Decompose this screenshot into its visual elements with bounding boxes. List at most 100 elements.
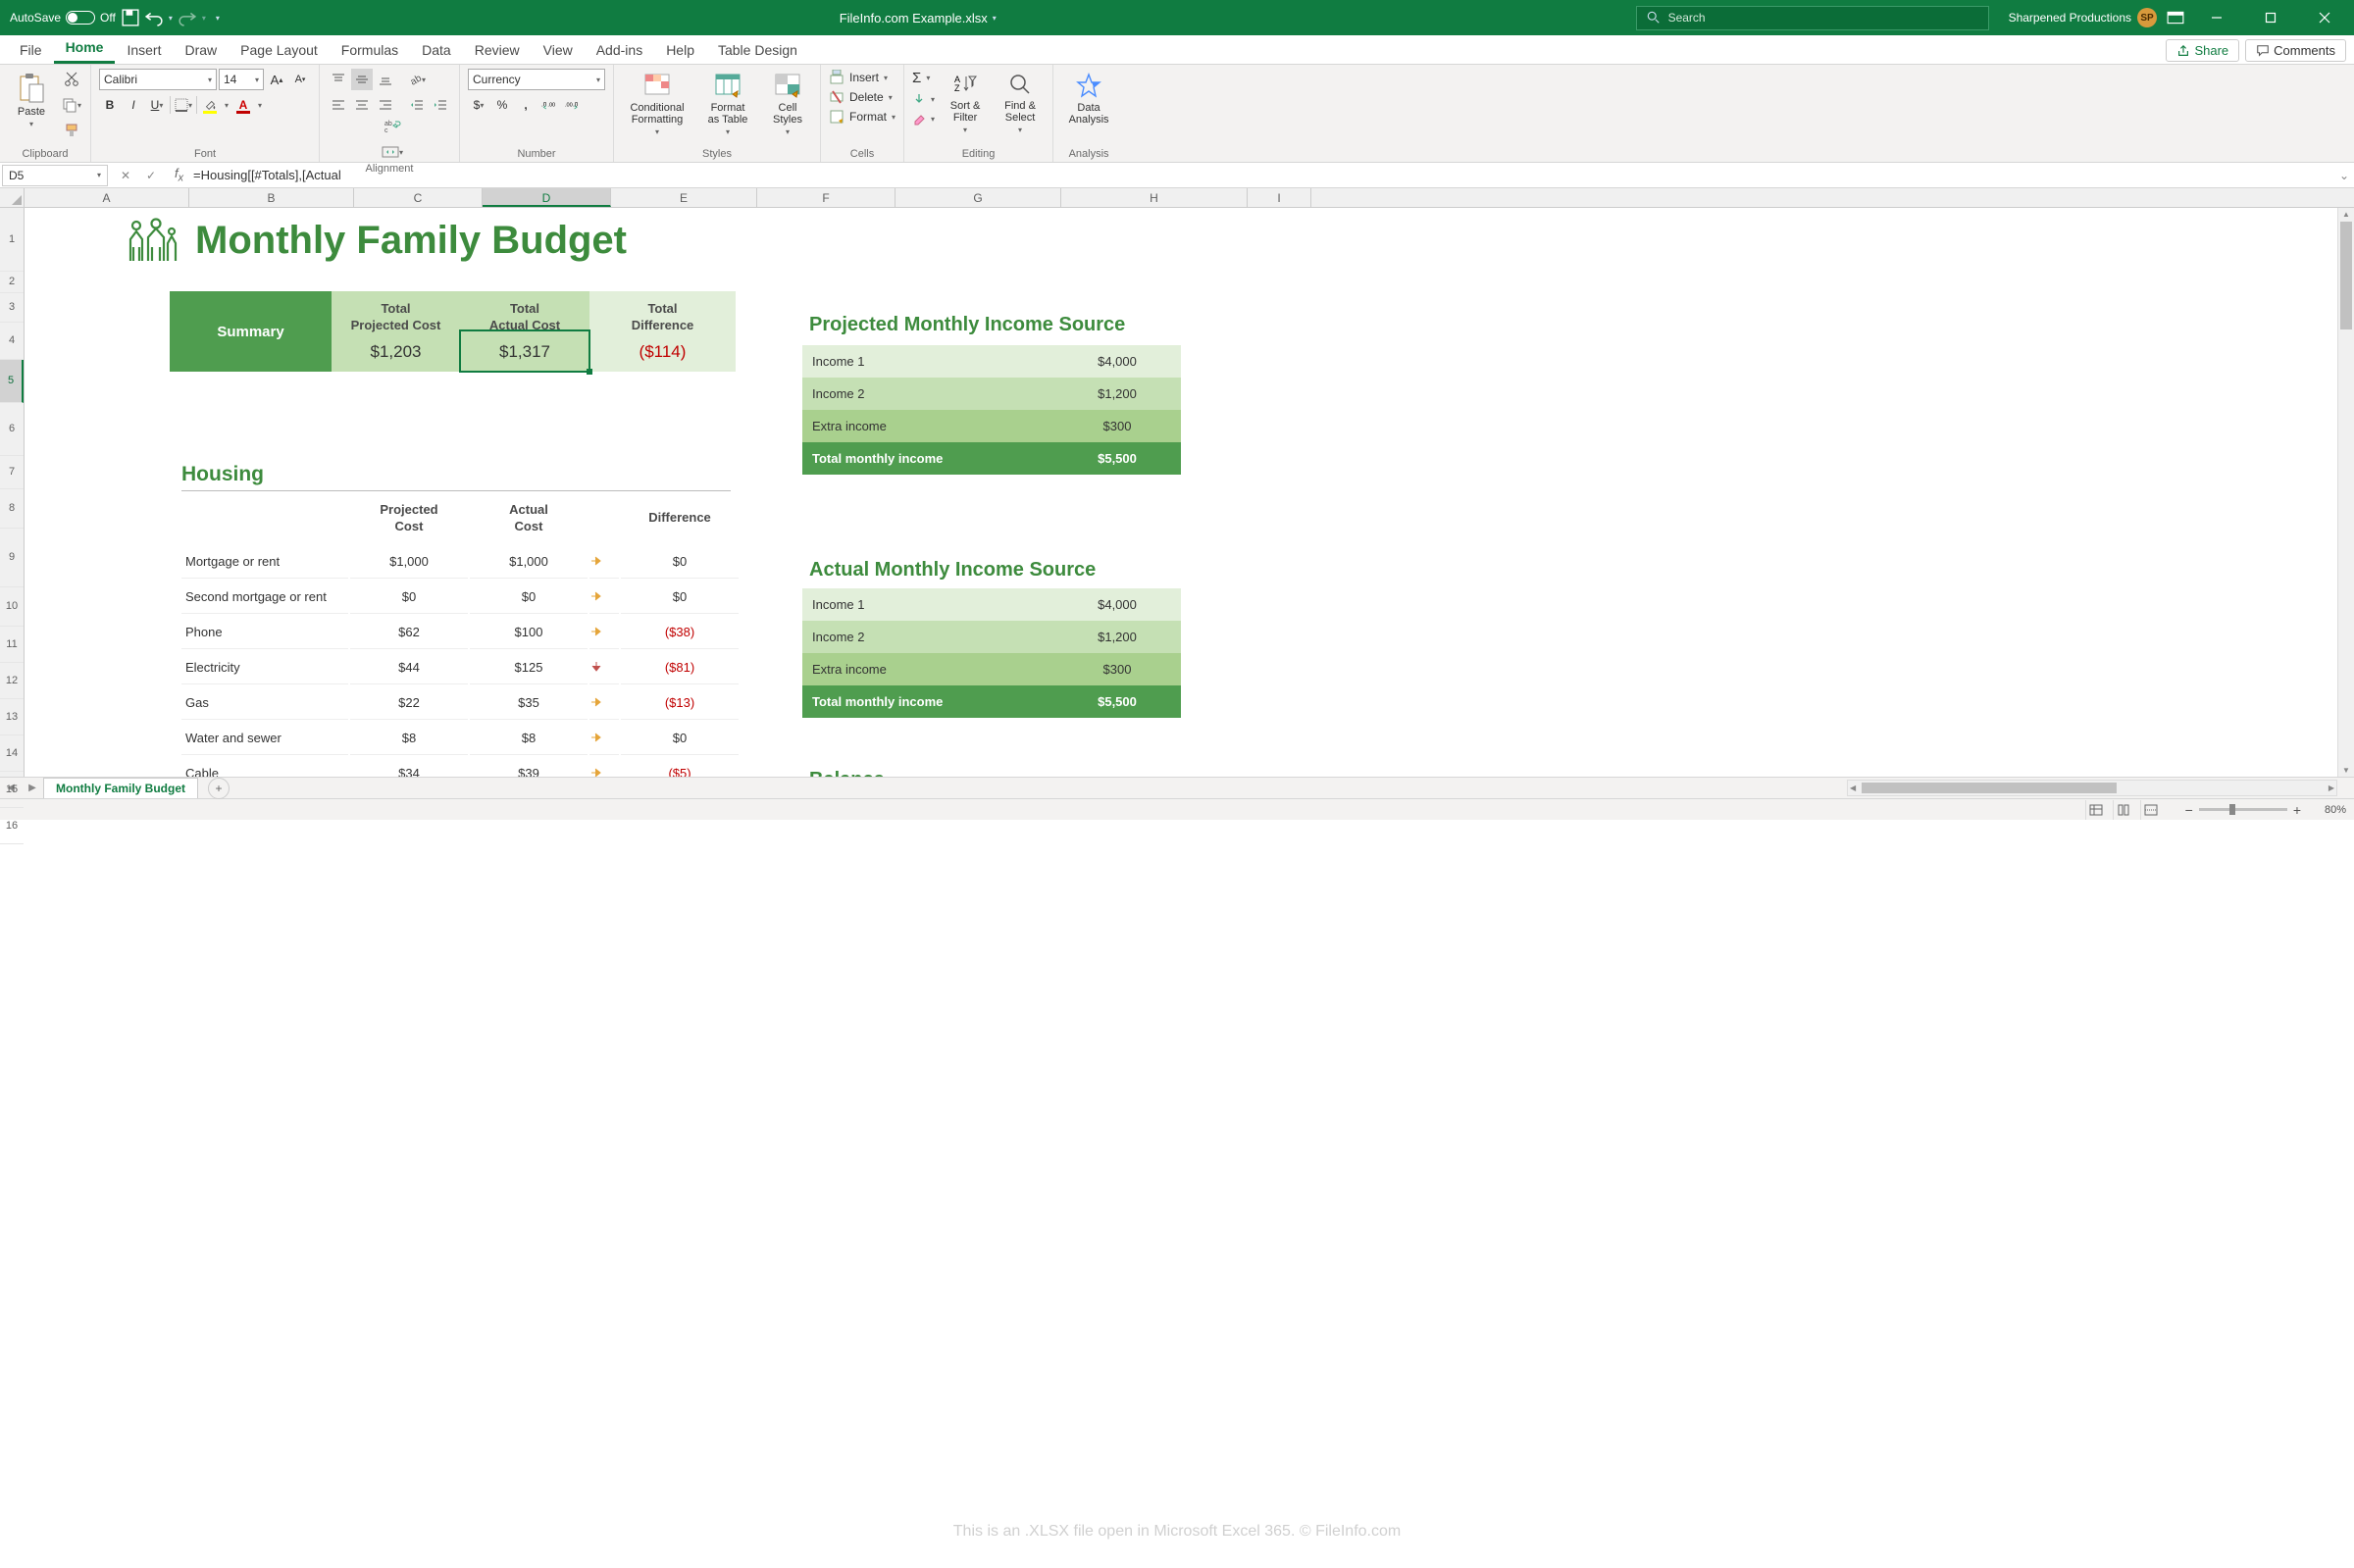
italic-icon[interactable]: I [123, 94, 144, 116]
tab-view[interactable]: View [532, 36, 585, 64]
zoom-out-button[interactable]: − [2185, 802, 2193, 818]
sheet-nav-next[interactable]: ▶ [22, 783, 43, 793]
row-header-9[interactable]: 9 [0, 529, 24, 587]
row-header-7[interactable]: 7 [0, 456, 24, 489]
vertical-scroll-thumb[interactable] [2340, 222, 2352, 329]
autosum-icon[interactable]: Σ▾ [912, 69, 935, 87]
row-header-13[interactable]: 13 [0, 699, 24, 735]
cut-icon[interactable] [61, 69, 82, 90]
font-size-combo[interactable]: 14▾ [219, 69, 264, 90]
align-middle-icon[interactable] [351, 69, 373, 90]
percent-format-icon[interactable]: % [491, 94, 513, 116]
decrease-font-icon[interactable]: A▾ [289, 69, 311, 90]
sort-filter-button[interactable]: AZ Sort & Filter▾ [941, 69, 990, 138]
tab-draw[interactable]: Draw [173, 36, 229, 64]
decrease-indent-icon[interactable] [406, 94, 428, 116]
number-format-combo[interactable]: Currency▾ [468, 69, 605, 90]
row-header-3[interactable]: 3 [0, 293, 24, 323]
tab-formulas[interactable]: Formulas [330, 36, 410, 64]
orientation-icon[interactable]: ab▾ [406, 69, 428, 90]
sheet-tab[interactable]: Monthly Family Budget [43, 778, 198, 798]
format-painter-icon[interactable] [61, 120, 82, 141]
page-layout-view-icon[interactable] [2113, 800, 2134, 820]
row-header-5[interactable]: 5 [0, 360, 24, 403]
redo-dropdown-icon[interactable]: ▾ [202, 14, 206, 23]
font-color-icon[interactable]: A▾ [232, 94, 254, 116]
zoom-in-button[interactable]: + [2293, 802, 2301, 818]
row-header-10[interactable]: 10 [0, 587, 24, 627]
wrap-text-icon[interactable]: abc [333, 116, 451, 137]
name-box[interactable]: D5▾ [2, 165, 108, 186]
zoom-slider[interactable] [2199, 808, 2287, 811]
col-header-G[interactable]: G [896, 188, 1061, 207]
minimize-button[interactable] [2194, 0, 2238, 35]
save-icon[interactable] [122, 9, 139, 26]
row-header-1[interactable]: 1 [0, 208, 24, 272]
format-cells-button[interactable]: Format▾ [829, 108, 896, 126]
row-header-16[interactable]: 16 [0, 808, 24, 844]
expand-formula-bar-icon[interactable]: ⌄ [2334, 169, 2354, 182]
autosave-toggle[interactable]: AutoSave Off [10, 11, 116, 25]
row-header-2[interactable]: 2 [0, 272, 24, 293]
user-account[interactable]: Sharpened Productions SP [2009, 8, 2157, 27]
page-break-view-icon[interactable] [2140, 800, 2162, 820]
align-center-icon[interactable] [351, 94, 373, 116]
search-input[interactable]: Search [1636, 6, 1989, 30]
close-button[interactable] [2302, 0, 2346, 35]
cancel-formula-icon[interactable]: ✕ [116, 166, 135, 185]
maximize-button[interactable] [2248, 0, 2292, 35]
tab-table-design[interactable]: Table Design [706, 36, 809, 64]
align-right-icon[interactable] [375, 94, 396, 116]
col-header-H[interactable]: H [1061, 188, 1248, 207]
border-icon[interactable]: ▾ [173, 94, 194, 116]
fill-icon[interactable]: ▾ [912, 91, 935, 107]
row-header-8[interactable]: 8 [0, 489, 24, 529]
zoom-level[interactable]: 80% [2307, 804, 2346, 816]
cell-styles-button[interactable]: Cell Styles▾ [763, 69, 812, 140]
undo-dropdown-icon[interactable]: ▾ [169, 14, 173, 23]
enter-formula-icon[interactable]: ✓ [141, 166, 161, 185]
copy-icon[interactable]: ▾ [61, 94, 82, 116]
col-header-D[interactable]: D [483, 188, 611, 207]
increase-indent-icon[interactable] [430, 94, 451, 116]
select-all-button[interactable] [0, 188, 25, 207]
horizontal-scrollbar[interactable] [1847, 780, 2337, 796]
ribbon-display-icon[interactable] [2167, 9, 2184, 26]
redo-icon[interactable] [179, 9, 196, 26]
row-header-15[interactable]: 15 [0, 772, 24, 808]
tab-home[interactable]: Home [54, 33, 116, 64]
bold-icon[interactable]: B [99, 94, 121, 116]
normal-view-icon[interactable] [2085, 800, 2107, 820]
underline-icon[interactable]: U▾ [146, 94, 168, 116]
fx-icon[interactable]: fx [169, 166, 189, 184]
col-header-B[interactable]: B [189, 188, 354, 207]
tab-review[interactable]: Review [463, 36, 532, 64]
align-bottom-icon[interactable] [375, 69, 396, 90]
tab-help[interactable]: Help [654, 36, 706, 64]
paste-button[interactable]: Paste▾ [8, 69, 55, 132]
clear-icon[interactable]: ▾ [912, 111, 935, 126]
increase-decimal-icon[interactable]: .0.00 [538, 94, 560, 116]
data-analysis-button[interactable]: Data Analysis [1061, 69, 1116, 129]
tab-page-layout[interactable]: Page Layout [229, 36, 330, 64]
tab-addins[interactable]: Add-ins [585, 36, 654, 64]
insert-cells-button[interactable]: Insert▾ [829, 69, 888, 86]
horizontal-scroll-thumb[interactable] [1862, 783, 2117, 793]
col-header-C[interactable]: C [354, 188, 483, 207]
tab-insert[interactable]: Insert [115, 36, 173, 64]
align-left-icon[interactable] [328, 94, 349, 116]
cells[interactable]: Monthly Family Budget Summary TotalProje… [25, 208, 2337, 777]
align-top-icon[interactable] [328, 69, 349, 90]
tab-data[interactable]: Data [410, 36, 463, 64]
decrease-decimal-icon[interactable]: .00.0 [562, 94, 584, 116]
share-button[interactable]: Share [2166, 39, 2239, 62]
row-header-4[interactable]: 4 [0, 323, 24, 360]
tab-file[interactable]: File [8, 36, 54, 64]
row-header-11[interactable]: 11 [0, 627, 24, 663]
comma-format-icon[interactable]: , [515, 94, 537, 116]
add-sheet-button[interactable]: + [208, 778, 230, 799]
row-header-6[interactable]: 6 [0, 403, 24, 456]
find-select-button[interactable]: Find & Select▾ [996, 69, 1045, 138]
col-header-F[interactable]: F [757, 188, 896, 207]
formula-input[interactable]: =Housing[[#Totals],[Actual [189, 168, 2334, 182]
